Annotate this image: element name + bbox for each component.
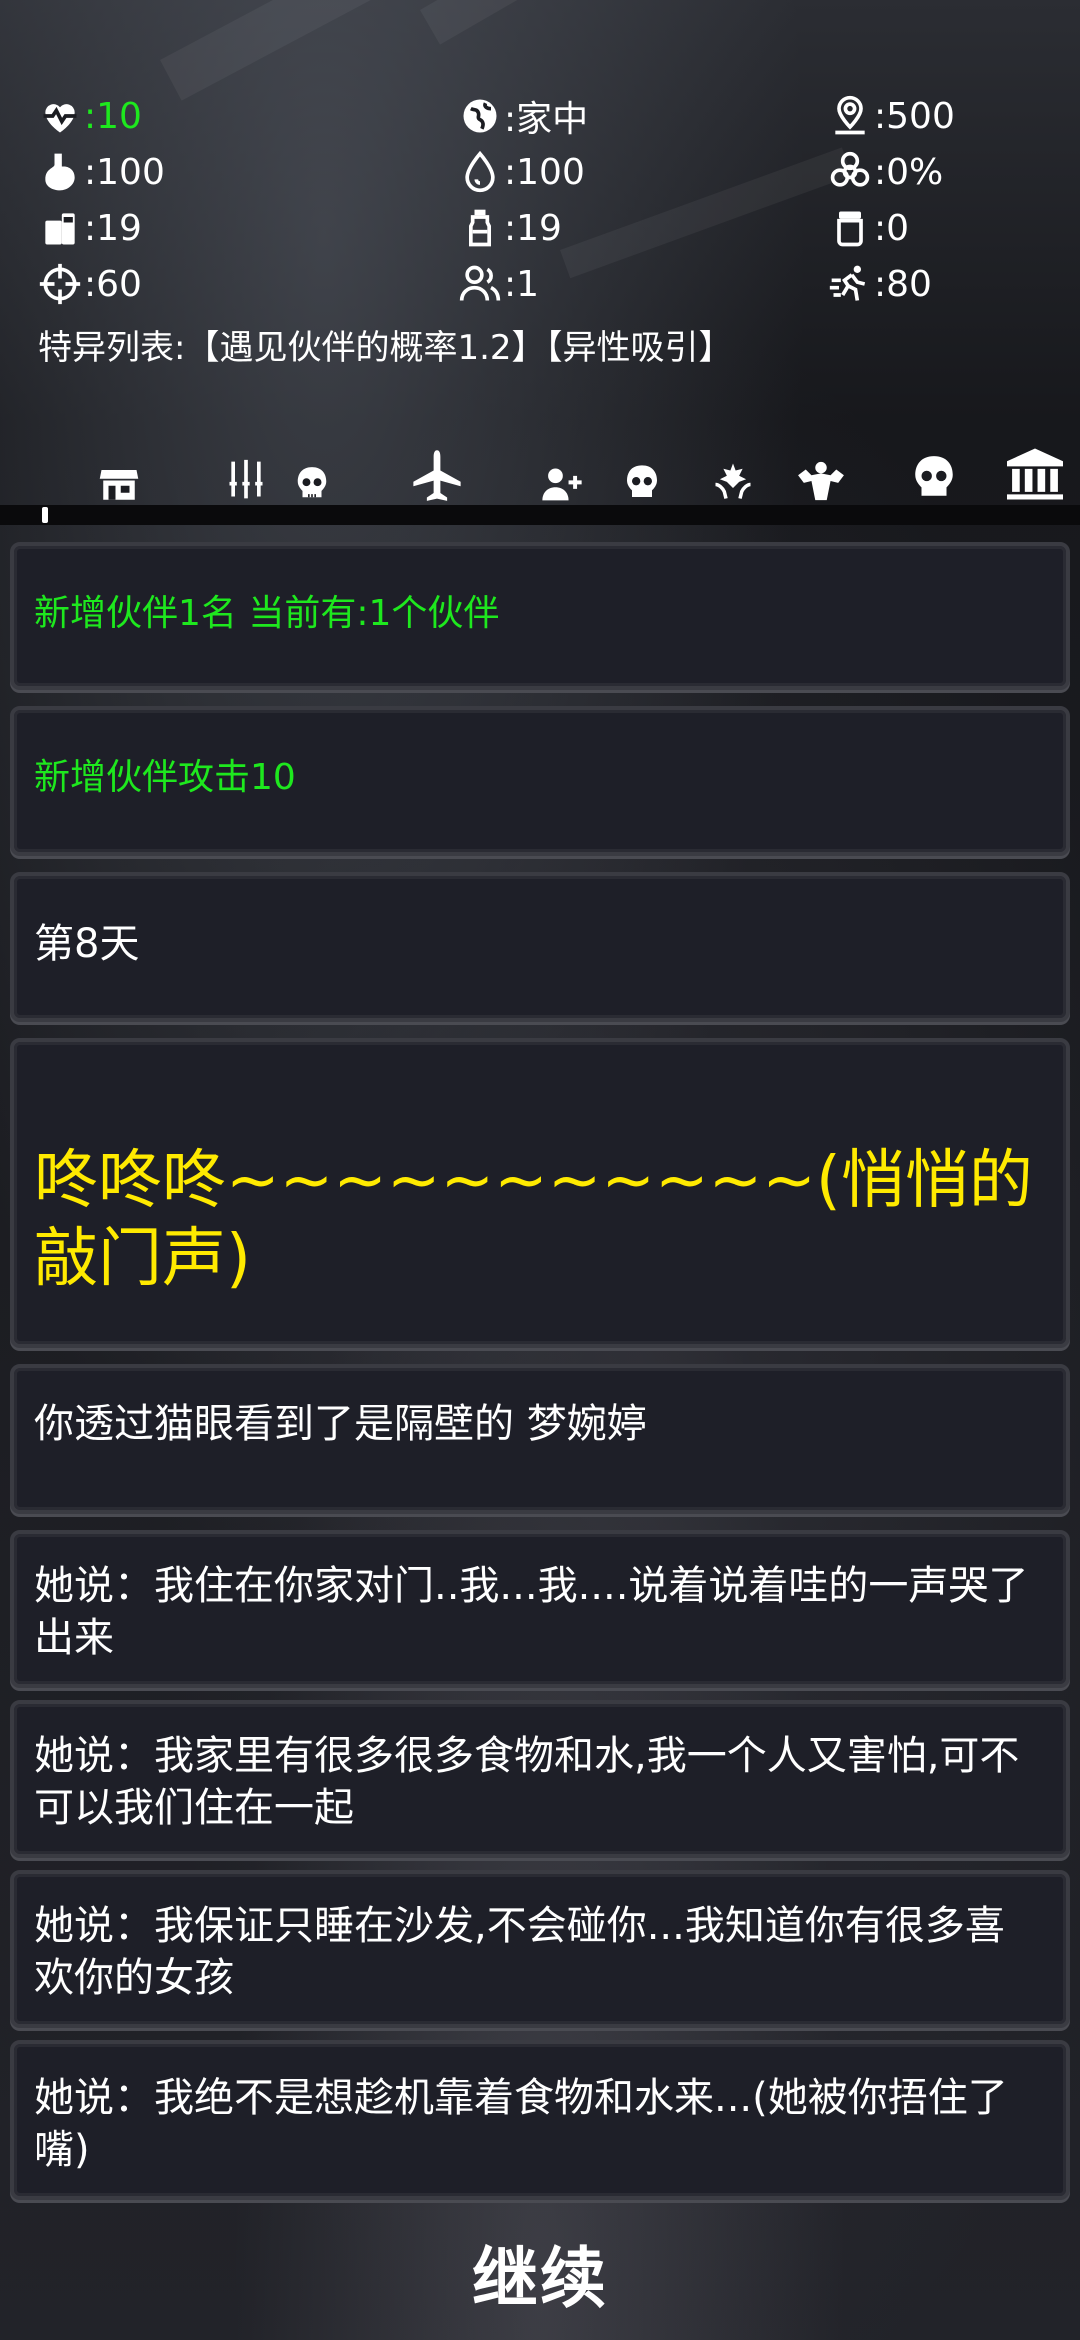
stat-health: :10 <box>38 88 142 144</box>
recruit-button[interactable] <box>540 466 584 502</box>
stat-location: :家中 <box>458 88 588 144</box>
log-entry-text: 她说：我保证只睡在沙发,不会碰你...我知道你有很多喜欢你的女孩 <box>34 1903 1005 2001</box>
bank-icon <box>1007 448 1063 500</box>
continue-button[interactable]: 继续 <box>0 2225 1080 2321</box>
stat-infection-value: :0% <box>874 151 944 193</box>
stat-hunger-value: :100 <box>84 151 165 193</box>
stat-speed: :80 <box>828 256 932 312</box>
log-entry-text: 她说：我绝不是想趁机靠着食物和水来...(她被你捂住了嘴) <box>34 2075 1008 2173</box>
heartbeat-icon <box>43 104 77 133</box>
companions-icon <box>459 265 501 301</box>
log-entry-text: 她说：我住在你家对门..我...我....说着说着哇的一声哭了出来 <box>34 1563 1029 1661</box>
stat-jar-value: :0 <box>874 207 910 249</box>
stat-food-value: :19 <box>84 207 142 249</box>
strength-button[interactable] <box>794 460 848 502</box>
action-toolbar <box>0 440 1080 510</box>
log-entry: 她说：我家里有很多很多食物和水,我一个人又害怕,可不可以我们住在一起 <box>10 1700 1070 1858</box>
toolbar-scrollbar[interactable] <box>0 505 1080 525</box>
stat-bottle-value: :19 <box>504 207 562 249</box>
blessing-button[interactable] <box>712 460 754 502</box>
blessing-icon <box>715 463 751 499</box>
stat-distance-value: :500 <box>874 95 955 137</box>
log-entry: 她说：我住在你家对门..我...我....说着说着哇的一声哭了出来 <box>10 1530 1070 1688</box>
water-drop-icon <box>465 150 495 193</box>
skull-button-3[interactable] <box>908 452 960 502</box>
skull-button-1[interactable] <box>292 464 332 502</box>
log-entry: 新增伙伴1名 当前有:1个伙伴 <box>10 542 1070 690</box>
stat-health-value: :10 <box>84 95 142 137</box>
biohazard-icon <box>830 151 870 187</box>
stat-jar: :0 <box>828 200 909 256</box>
canned-food-icon <box>45 213 75 245</box>
stat-infection: :0% <box>828 144 943 200</box>
runner-icon <box>829 265 866 301</box>
stat-food: :19 <box>38 200 142 256</box>
skull-icon <box>627 465 657 497</box>
log-entry-text: 新增伙伴攻击10 <box>34 757 296 798</box>
log-entry: 她说：我绝不是想趁机靠着食物和水来...(她被你捂住了嘴) <box>10 2040 1070 2200</box>
map-pin-icon <box>835 95 865 135</box>
log-entry-text: 第8天 <box>34 921 140 967</box>
stat-water-value: :100 <box>504 151 585 193</box>
add-user-icon <box>542 468 582 501</box>
log-entry-text: 她说：我家里有很多很多食物和水,我一个人又害怕,可不可以我们住在一起 <box>34 1733 1020 1831</box>
stat-companions-value: :1 <box>504 263 540 305</box>
stomach-icon <box>45 153 75 191</box>
scrollbar-thumb[interactable] <box>42 507 48 523</box>
stat-attack: :60 <box>38 256 142 312</box>
airplane-icon <box>413 450 461 501</box>
skull-icon <box>915 456 953 496</box>
jar-icon <box>837 211 863 247</box>
stat-water: :100 <box>458 144 585 200</box>
ceiling-beam <box>160 0 553 101</box>
water-bottle-icon <box>469 209 491 247</box>
stat-attack-value: :60 <box>84 263 142 305</box>
bank-button[interactable] <box>1004 446 1066 502</box>
skull-icon <box>297 467 327 498</box>
stats-panel: :10 :家中 :500 :100 :100 :0% :19:19:0:6… <box>38 88 1042 369</box>
weapons-icon <box>229 459 263 499</box>
ceiling-beam <box>420 0 752 45</box>
strength-icon <box>798 461 844 501</box>
log-entry-text: 你透过猫眼看到了是隔壁的 梦婉婷 <box>34 1401 647 1447</box>
shop-icon <box>99 470 139 500</box>
log-entry-text: 新增伙伴1名 当前有:1个伙伴 <box>34 593 500 634</box>
log-entry: 你透过猫眼看到了是隔壁的 梦婉婷 <box>10 1364 1070 1514</box>
travel-button[interactable] <box>410 448 464 502</box>
stat-hunger: :100 <box>38 144 165 200</box>
skull-button-2[interactable] <box>620 462 664 502</box>
stat-location-value: :家中 <box>504 99 589 140</box>
stat-distance: :500 <box>828 88 955 144</box>
crosshair-icon <box>39 263 81 305</box>
log-entry: 新增伙伴攻击10 <box>10 706 1070 856</box>
stat-bottle: :19 <box>458 200 562 256</box>
log-entry: 她说：我保证只睡在沙发,不会碰你...我知道你有很多喜欢你的女孩 <box>10 1870 1070 2028</box>
log-entry-text: 咚咚咚~~~~~~~~~~~(悄悄的敲门声) <box>34 1144 1033 1296</box>
stat-companions: :1 <box>458 256 539 312</box>
log-entry: 第8天 <box>10 872 1070 1022</box>
stat-speed-value: :80 <box>874 263 932 305</box>
weapons-button[interactable] <box>224 458 268 502</box>
shop-button[interactable] <box>98 466 140 502</box>
globe-icon <box>463 99 497 133</box>
log-entry: 咚咚咚~~~~~~~~~~~(悄悄的敲门声) <box>10 1038 1070 1348</box>
traits-list: 特异列表:【遇见伙伴的概率1.2】【异性吸引】 <box>38 328 733 368</box>
